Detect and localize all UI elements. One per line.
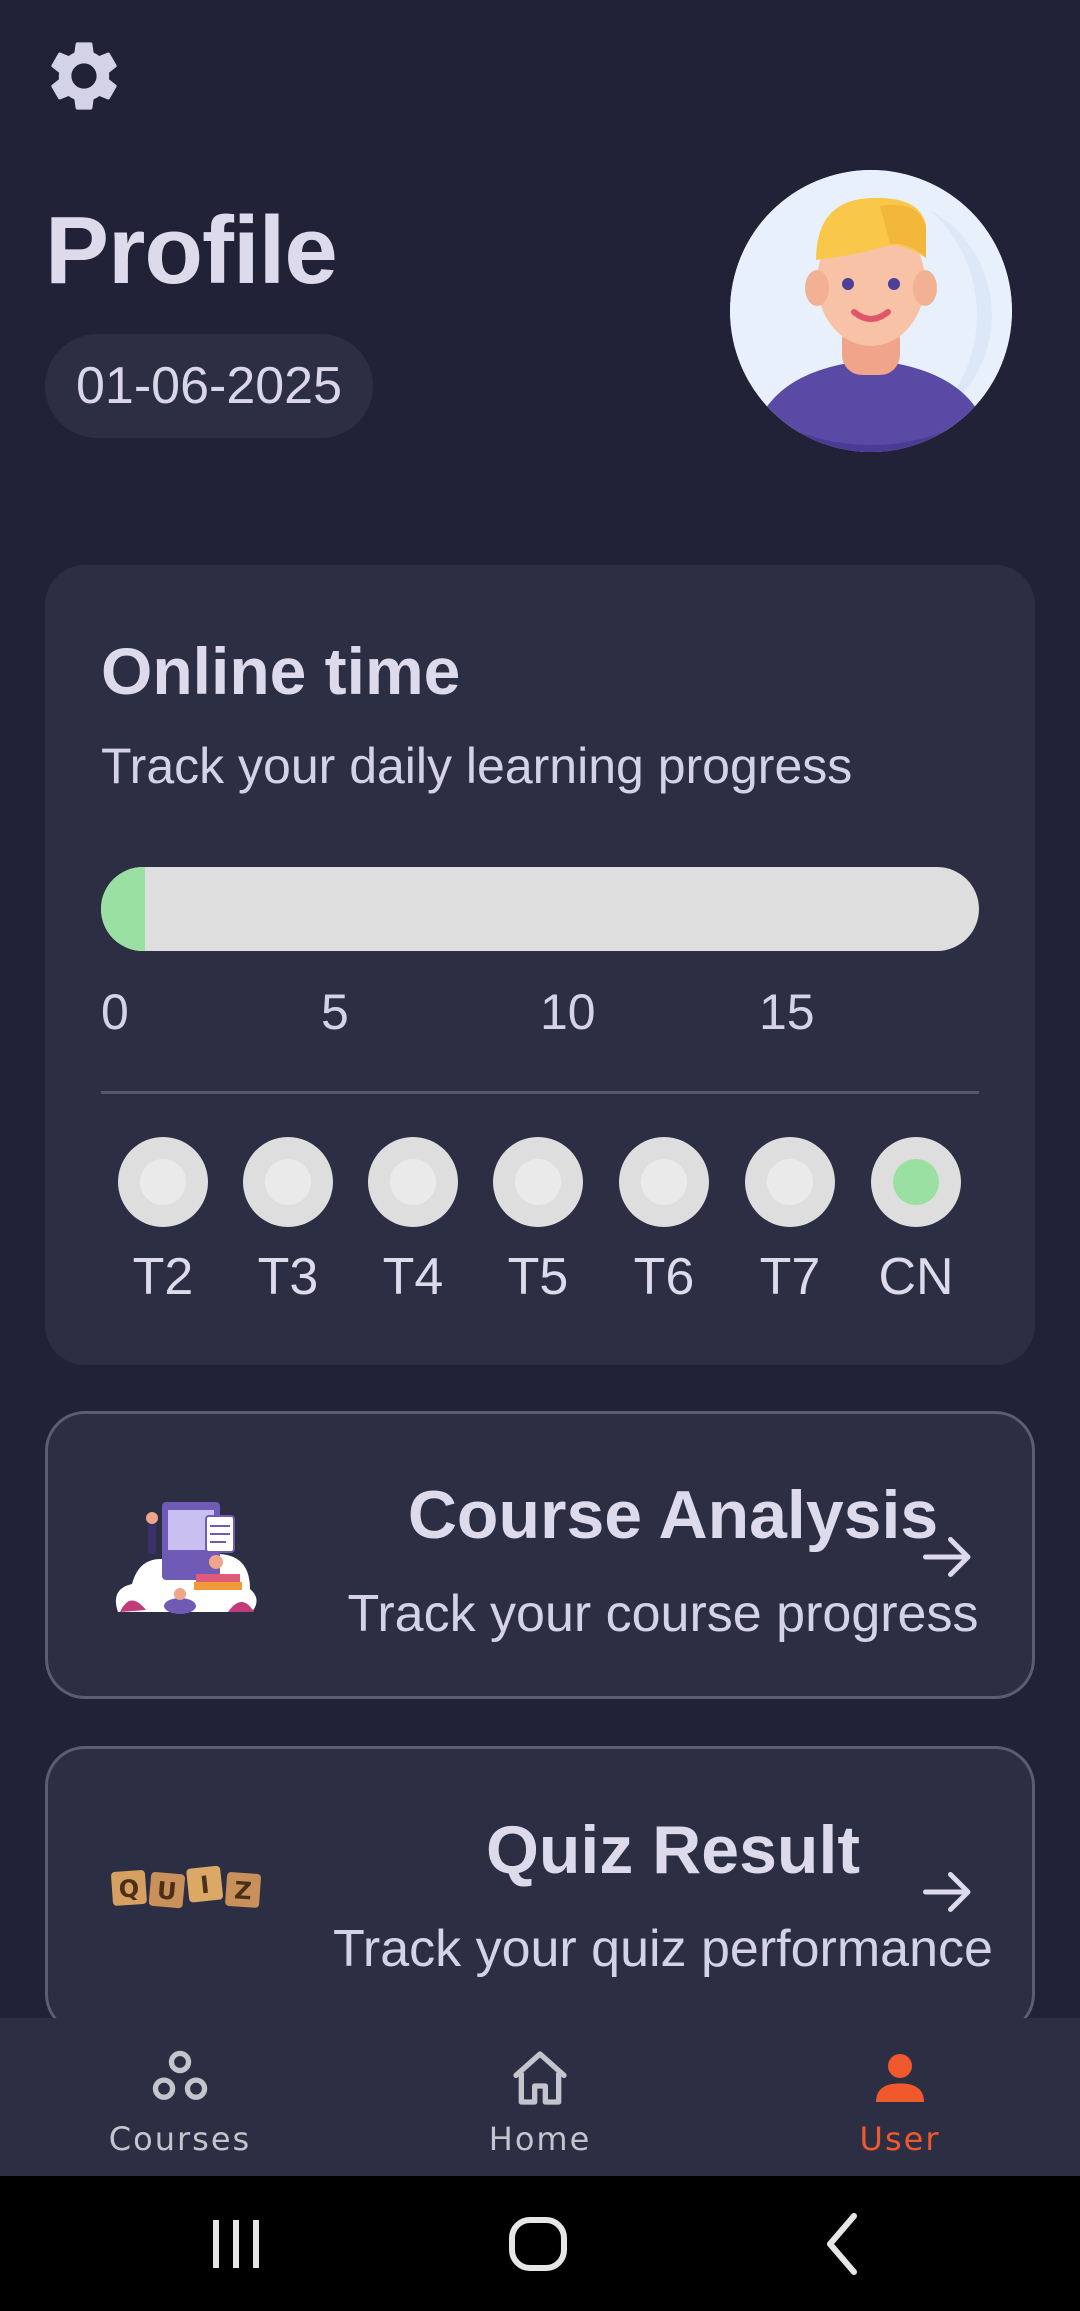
user-avatar-illustration [730,170,1012,452]
arrow-right-icon [923,1872,971,1912]
recent-apps-icon[interactable] [196,2204,276,2284]
back-icon[interactable] [802,2204,882,2284]
day-label: T4 [382,1248,444,1306]
scale-tick: 10 [540,984,596,1040]
nav-label-courses: Courses [108,2120,252,2158]
online-time-progress-bar [101,867,979,951]
day-label: T2 [132,1248,194,1306]
course-analysis-subtitle: Track your course progress [347,1585,979,1643]
day-label: T6 [633,1248,695,1306]
nav-item-courses[interactable]: Courses [60,2018,300,2176]
home-icon [513,2051,567,2105]
day-item[interactable]: CN [871,1137,961,1307]
quiz-result-subtitle: Track your quiz performance [333,1920,993,1978]
quiz-blocks-icon: Q U I Z [111,1865,261,1909]
day-label: T3 [257,1248,319,1306]
online-time-card: Online time Track your daily learning pr… [45,565,1035,1365]
svg-text:Q: Q [118,1874,140,1903]
page-title: Profile [45,197,338,304]
course-analysis-card[interactable]: Course Analysis Track your course progre… [45,1411,1035,1699]
avatar[interactable] [730,170,1012,452]
nav-label-user: User [859,2120,941,2158]
day-item[interactable]: T4 [368,1137,458,1307]
gear-icon [51,42,117,110]
day-item[interactable]: T3 [243,1137,333,1307]
svg-text:U: U [156,1876,178,1906]
day-indicator [493,1137,583,1227]
divider [101,1091,979,1094]
day-item[interactable]: T2 [118,1137,208,1307]
day-item[interactable]: T7 [745,1137,835,1307]
online-time-title: Online time [101,634,461,708]
arrow-right-icon [923,1537,971,1577]
system-nav-bar [0,2176,1080,2311]
day-indicator [368,1137,458,1227]
course-illustration-icon [115,1502,257,1614]
progress-fill [101,867,145,951]
date-badge: 01-06-2025 [45,334,373,438]
bottom-nav: Courses Home User [0,2018,1080,2176]
nav-item-home[interactable]: Home [420,2018,660,2176]
online-time-subtitle: Track your daily learning progress [101,738,853,794]
user-icon [876,2054,924,2102]
courses-icon [152,2050,208,2100]
quiz-result-card[interactable]: Q U I Z Quiz Result Track your quiz perf… [45,1746,1035,2034]
scale-tick: 5 [321,984,349,1040]
settings-button[interactable] [42,34,126,118]
day-indicator [118,1137,208,1227]
day-indicator [243,1137,333,1227]
home-button-icon[interactable] [498,2204,578,2284]
scale-tick: 15 [759,984,815,1040]
day-label: CN [878,1248,954,1306]
scale-tick: 0 [101,984,129,1040]
day-label: T5 [507,1248,569,1306]
day-indicator [745,1137,835,1227]
day-item[interactable]: T6 [619,1137,709,1307]
day-indicator [619,1137,709,1227]
nav-label-home: Home [488,2120,592,2158]
day-label: T7 [759,1248,821,1306]
day-item[interactable]: T5 [493,1137,583,1307]
nav-item-user[interactable]: User [780,2018,1020,2176]
svg-text:Z: Z [233,1876,252,1905]
day-indicator [871,1137,961,1227]
